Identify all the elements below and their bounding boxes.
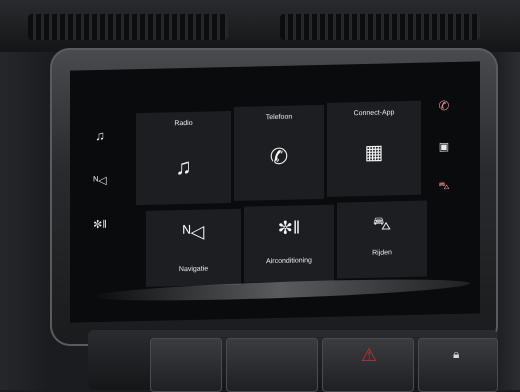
air-vent-left xyxy=(28,14,228,40)
lock-icon: 🔒︎ xyxy=(453,347,460,361)
phone-icon: ✆ xyxy=(438,98,450,114)
phone-icon: ✆ xyxy=(269,143,289,170)
lock-button[interactable]: 🔒︎ xyxy=(418,338,498,392)
car-icon: ⛍ xyxy=(372,213,392,234)
tile-navigatie[interactable]: ᴺ◁ Navigatie xyxy=(146,208,241,287)
air-vent-right xyxy=(280,14,480,40)
hazard-button[interactable]: ⚠ xyxy=(322,338,414,392)
console-button-2[interactable] xyxy=(226,338,318,392)
rail-phone-button[interactable]: ✆ xyxy=(434,98,454,114)
tile-telefoon[interactable]: Telefoon ✆ xyxy=(234,104,324,201)
fan-icon: ✼ǁ xyxy=(93,218,107,232)
dashboard-vent xyxy=(0,0,520,52)
tile-airconditioning-label: Airconditioning xyxy=(266,257,312,266)
rail-climate-button[interactable]: ✼ǁ xyxy=(90,216,110,231)
tile-radio-label: Radio xyxy=(174,119,193,128)
rail-radio-button[interactable]: ♫ xyxy=(90,128,110,143)
tile-rijden[interactable]: ⛍ Rijden xyxy=(337,200,427,279)
rail-driving-button[interactable]: ⛍ xyxy=(434,180,454,194)
navigation-icon: ᴺ◁ xyxy=(182,221,205,243)
music-note-icon: ♫ xyxy=(175,153,192,180)
fan-icon: ✼ǁ xyxy=(277,217,301,238)
tile-connect-app[interactable]: Connect-App ▦ xyxy=(327,100,421,197)
tile-rijden-label: Rijden xyxy=(372,249,392,257)
dashboard-panel-left xyxy=(0,52,55,390)
tile-telefoon-label: Telefoon xyxy=(265,113,293,122)
tile-connect-app-label: Connect-App xyxy=(353,109,395,118)
rail-navigation-button[interactable]: ᴺ◁ xyxy=(90,172,110,187)
car-icon: ⛍ xyxy=(438,180,450,193)
grid-icon: ▣ xyxy=(438,141,450,154)
console-button-1[interactable] xyxy=(150,338,222,392)
tile-radio[interactable]: Radio ♫ xyxy=(136,110,231,206)
grid-icon: ▦ xyxy=(364,141,384,164)
tile-navigatie-label: Navigatie xyxy=(178,265,209,274)
rail-apps-button[interactable]: ▣ xyxy=(434,140,454,153)
tile-airconditioning[interactable]: ✼ǁ Airconditioning xyxy=(244,204,334,283)
music-note-icon: ♫ xyxy=(95,127,105,144)
hazard-icon: ⚠ xyxy=(361,345,378,365)
navigation-icon: ᴺ◁ xyxy=(93,174,107,188)
